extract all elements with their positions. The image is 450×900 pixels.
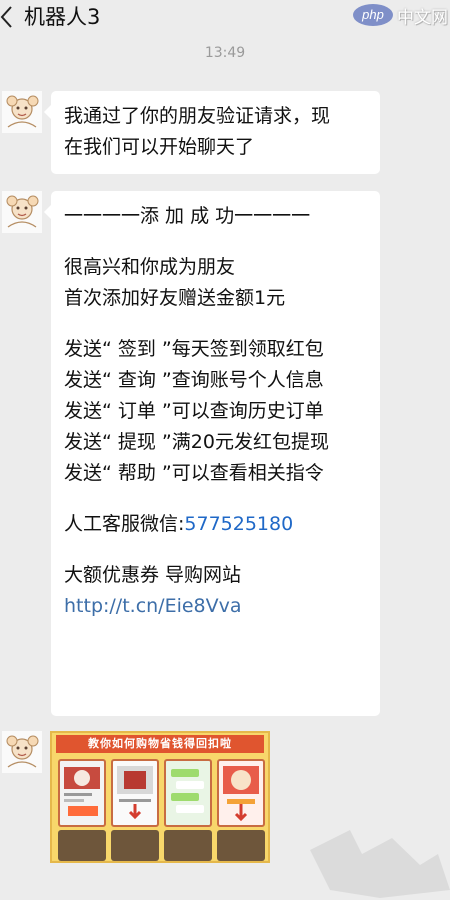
chat-header: 机器人3 php 中文网: [0, 0, 450, 34]
coupon-link[interactable]: http://t.cn/Eie8Vva: [64, 591, 368, 622]
watermark-overlay: [290, 820, 450, 900]
php-logo-icon: php: [353, 4, 393, 26]
message-line: 在我们可以开始聊天了: [64, 136, 255, 158]
poster-step-3-screenshot: [164, 759, 212, 827]
poster-step-1-screenshot: [58, 759, 106, 827]
greeting-line: 首次添加好友赠送金额1元: [64, 287, 286, 309]
watermark: php 中文网: [353, 1, 448, 29]
command-line: 发送“ 帮助 ”可以查看相关指令: [64, 462, 324, 484]
poster-step-1-caption: [58, 830, 106, 861]
poster-step-4-screenshot: [217, 759, 265, 827]
command-line: 发送“ 订单 ”可以查询历史订单: [64, 400, 324, 422]
command-line: 发送“ 签到 ”每天签到领取红包: [64, 338, 324, 360]
command-line: 发送“ 提现 ”满20元发红包提现: [64, 431, 329, 453]
watermark-text: 中文网: [397, 7, 448, 28]
chat-title: 机器人3: [24, 5, 101, 29]
coupon-line: 大额优惠券 导购网站: [64, 564, 242, 586]
message-timestamp: 13:49: [204, 45, 246, 61]
robot-avatar[interactable]: [2, 91, 42, 133]
message-bubble[interactable]: 一一一一添 加 成 功一一一一 很高兴和你成为朋友 首次添加好友赠送金额1元 发…: [44, 191, 380, 716]
service-label: 人工客服微信:: [64, 513, 185, 535]
service-wechat-id[interactable]: 577525180: [184, 513, 293, 535]
robot-avatar[interactable]: [2, 731, 42, 773]
greeting-line: 很高兴和你成为朋友: [64, 256, 236, 278]
success-title: 一一一一添 加 成 功一一一一: [64, 205, 311, 227]
message-line: 我通过了你的朋友验证请求，现: [64, 105, 331, 127]
poster-title: 教你如何购物省钱得回扣啦: [56, 735, 264, 753]
chevron-left-icon[interactable]: [0, 4, 16, 30]
robot-avatar[interactable]: [2, 191, 42, 233]
poster-step-2-screenshot: [111, 759, 159, 827]
poster-step-2-caption: [111, 830, 159, 861]
command-line: 发送“ 查询 ”查询账号个人信息: [64, 369, 324, 391]
poster-step-3-caption: [164, 830, 212, 861]
service-line: 人工客服微信:577525180: [64, 509, 368, 540]
tutorial-poster-image[interactable]: 教你如何购物省钱得回扣啦: [50, 731, 270, 863]
message-bubble[interactable]: 我通过了你的朋友验证请求，现 在我们可以开始聊天了: [44, 91, 380, 174]
poster-step-4-caption: [217, 830, 265, 861]
